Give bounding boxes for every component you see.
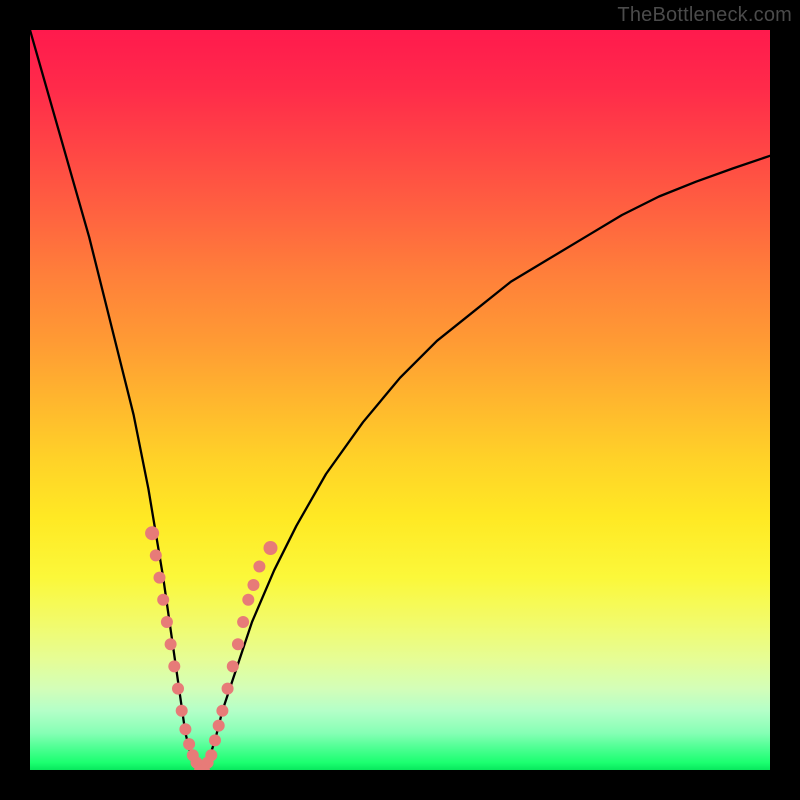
curve-marker: [150, 549, 162, 561]
curve-marker: [154, 572, 166, 584]
curve-marker: [227, 660, 239, 672]
plot-area: [30, 30, 770, 770]
curve-marker: [232, 638, 244, 650]
curve-svg: [30, 30, 770, 770]
curve-marker: [247, 579, 259, 591]
curve-marker: [242, 594, 254, 606]
curve-marker: [172, 683, 184, 695]
curve-marker: [157, 594, 169, 606]
watermark-text: TheBottleneck.com: [617, 4, 792, 27]
curve-marker: [205, 749, 217, 761]
curve-marker: [165, 638, 177, 650]
curve-marker: [176, 705, 188, 717]
curve-marker: [179, 723, 191, 735]
bottleneck-curve: [30, 30, 770, 770]
curve-marker: [216, 705, 228, 717]
chart-frame: TheBottleneck.com: [0, 0, 800, 800]
curve-marker: [213, 720, 225, 732]
curve-marker: [253, 561, 265, 573]
curve-marker: [209, 734, 221, 746]
curve-marker: [161, 616, 173, 628]
curve-marker: [168, 660, 180, 672]
curve-marker: [237, 616, 249, 628]
curve-marker: [264, 541, 278, 555]
curve-marker: [145, 526, 159, 540]
curve-marker: [183, 738, 195, 750]
curve-marker: [222, 683, 234, 695]
